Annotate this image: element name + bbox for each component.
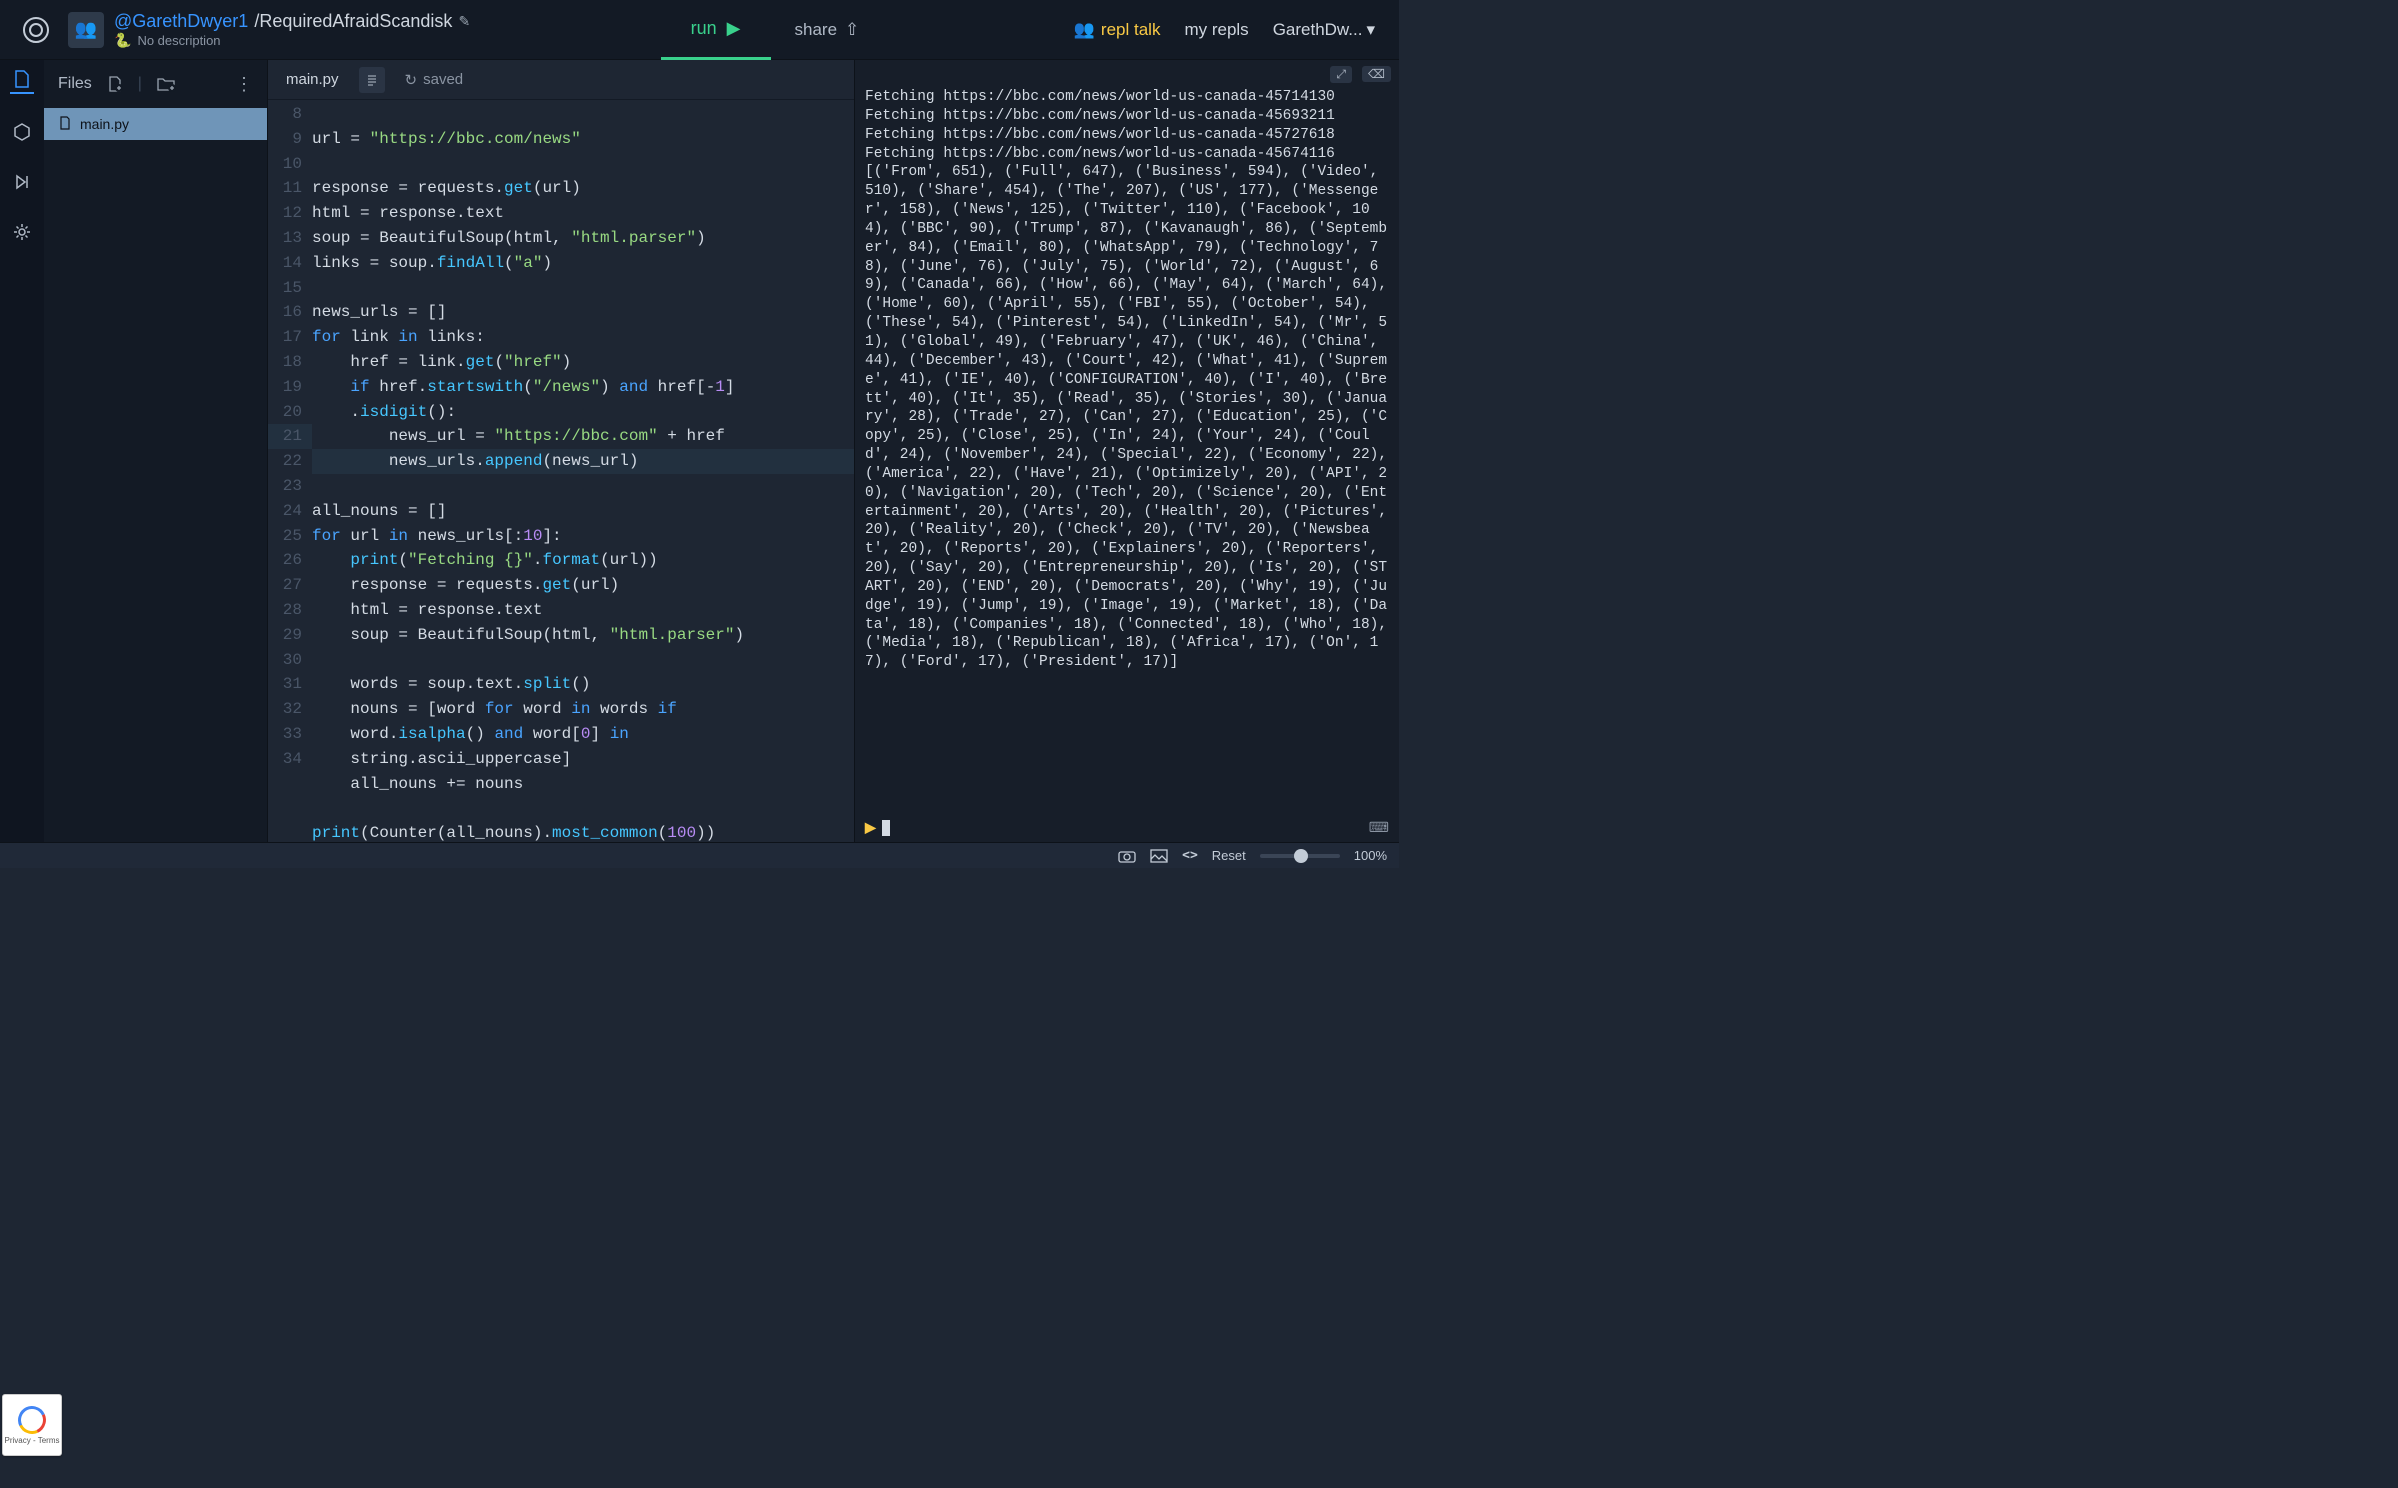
console-prompt[interactable]: ▶ ⌨ [855,813,1399,842]
people-icon: 👥 [1074,20,1095,40]
new-file-icon[interactable] [106,75,124,93]
recaptcha-text: Privacy - Terms [5,1436,60,1445]
code-icon[interactable]: <> [1182,848,1198,863]
history-icon: ↻ [405,71,418,89]
zoom-slider[interactable] [1260,854,1340,858]
my-repls-link[interactable]: my repls [1184,20,1248,40]
share-label: share [795,20,838,40]
code-editor[interactable]: 8910111213141516171819202122232425262728… [268,100,854,842]
editor-panel: main.py ↻ saved 891011121314151617181920… [268,60,854,842]
console-panel: ⤢ ⌫ Fetching https://bbc.com/news/world-… [854,60,1399,842]
repl-description: No description [137,33,220,48]
repl-name: /RequiredAfraidScandisk [254,11,452,32]
console-controls: ⤢ ⌫ [855,60,1399,88]
sidebar-debug-icon[interactable] [10,170,34,194]
repl-title-block: @GarethDwyer1/RequiredAfraidScandisk ✎ 🐍… [114,11,470,49]
main-area: Files | ⋮ main.py main.py ↻ [0,60,1399,842]
run-label: run [691,18,717,39]
sidebar-settings-icon[interactable] [10,220,34,244]
file-panel: Files | ⋮ main.py [44,60,268,842]
sidebar-files-icon[interactable] [10,70,34,94]
file-menu-icon[interactable]: ⋮ [235,74,253,95]
reset-zoom[interactable]: Reset [1212,848,1246,863]
prompt-icon: ▶ [865,819,876,836]
share-button[interactable]: share ⇧ [771,0,884,60]
user-menu[interactable]: GarethDw... ▾ [1273,20,1375,40]
recaptcha-icon [14,1402,50,1438]
file-icon [58,116,72,133]
image-icon[interactable] [1150,849,1168,863]
recaptcha-badge[interactable]: Privacy - Terms [2,1394,62,1456]
chevron-down-icon: ▾ [1366,20,1375,40]
repl-talk-link[interactable]: 👥 repl talk [1074,20,1161,40]
replit-logo[interactable] [12,6,60,54]
console-clear-icon[interactable]: ⌫ [1362,66,1391,82]
icon-sidebar [0,60,44,842]
editor-tab[interactable]: main.py [286,71,339,88]
sidebar-packages-icon[interactable] [10,120,34,144]
file-item-main[interactable]: main.py [44,108,267,140]
save-status: ↻ saved [405,71,464,89]
edit-name-icon[interactable]: ✎ [458,13,470,30]
zoom-slider-thumb[interactable] [1294,849,1308,863]
file-item-label: main.py [80,116,129,132]
cursor [882,820,890,836]
files-title: Files [58,75,92,93]
share-icon: ⇧ [845,20,859,40]
console-popout-icon[interactable]: ⤢ [1330,66,1352,83]
bottom-bar: <> Reset 100% [0,842,1399,868]
keyboard-icon[interactable]: ⌨ [1369,819,1389,836]
avatar[interactable]: 👥 [68,12,104,48]
run-button[interactable]: run ▶ [661,0,771,60]
doc-preview-icon[interactable] [359,67,385,93]
python-icon: 🐍 [114,32,131,49]
top-nav: 👥 repl talk my repls GarethDw... ▾ [1074,20,1399,40]
file-panel-header: Files | ⋮ [44,60,267,108]
zoom-level: 100% [1354,848,1387,863]
console-output: Fetching https://bbc.com/news/world-us-c… [855,88,1399,813]
editor-tab-bar: main.py ↻ saved [268,60,854,100]
owner-handle[interactable]: @GarethDwyer1 [114,11,248,32]
new-folder-icon[interactable] [156,75,176,93]
top-bar: 👥 @GarethDwyer1/RequiredAfraidScandisk ✎… [0,0,1399,60]
camera-icon[interactable] [1118,849,1136,863]
play-icon: ▶ [727,18,741,39]
